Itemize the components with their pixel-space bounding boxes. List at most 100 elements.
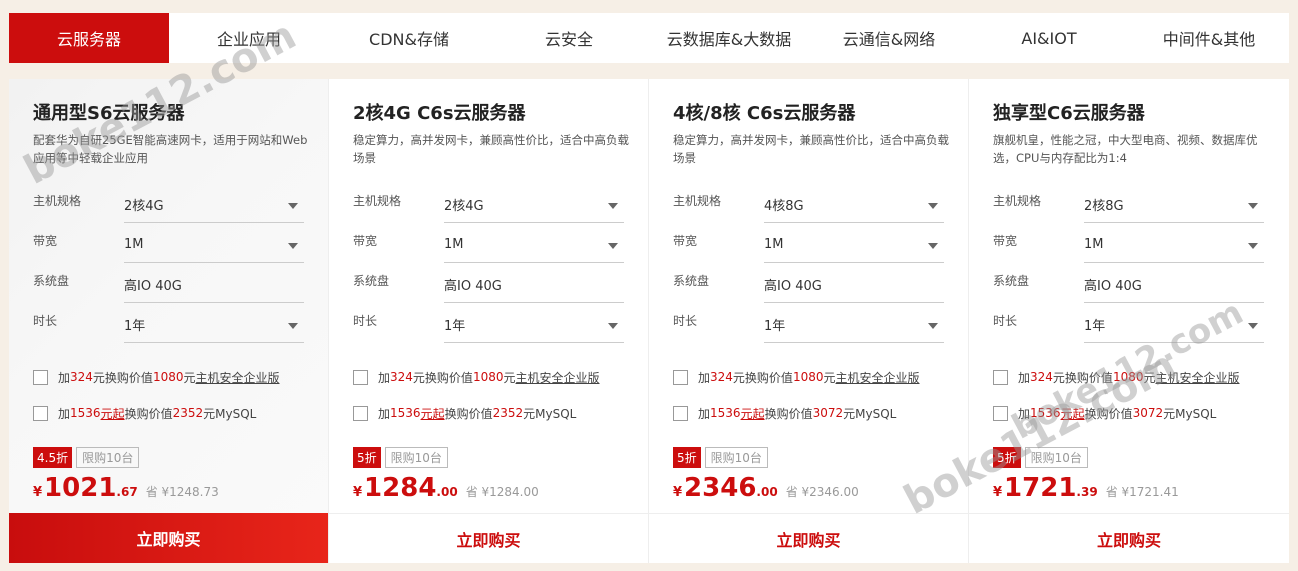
- host-security-link[interactable]: 主机安全企业版: [516, 369, 600, 386]
- addon-mysql-option[interactable]: 加 1536 元起 换购价值 3072 元MySQL: [673, 395, 944, 431]
- bandwidth-select[interactable]: 1M: [764, 229, 944, 263]
- tab-communication-network[interactable]: 云通信&网络: [809, 13, 969, 63]
- caret-down-icon: [288, 203, 298, 209]
- system-disk-value: 高IO 40G: [1084, 279, 1142, 294]
- addon-host-security-option[interactable]: 加 324 元换购价值 1080 元主机安全企业版: [353, 359, 624, 395]
- addon-value: 2352: [172, 406, 204, 420]
- system-disk-field: 高IO 40G: [124, 269, 304, 303]
- addon-host-security-checkbox[interactable]: [673, 369, 688, 385]
- addon-mysql-checkbox[interactable]: [353, 405, 368, 421]
- card-title: 通用型S6云服务器: [33, 103, 185, 124]
- addon-host-security-checkbox[interactable]: [353, 369, 368, 385]
- price-decimal: .67: [116, 485, 138, 499]
- duration-select[interactable]: 1年: [124, 309, 304, 343]
- addon-value: 2352: [492, 406, 524, 420]
- system-disk-label: 系统盘: [673, 274, 710, 288]
- buy-now-button[interactable]: 立即购买: [9, 513, 328, 563]
- addon-mysql-option[interactable]: 加 1536 元起 换购价值 3072 元MySQL: [993, 395, 1265, 431]
- savings-amount: 省 ¥1721.41: [1105, 485, 1179, 499]
- caret-down-icon: [928, 323, 938, 329]
- addon-text: 加: [1018, 370, 1031, 385]
- bandwidth-value: 1M: [444, 237, 464, 252]
- addon-text: 加: [698, 370, 711, 385]
- purchase-limit-badge: 限购10台: [76, 446, 140, 468]
- card-title: 2核4G C6s云服务器: [353, 103, 526, 124]
- addon-host-security-option[interactable]: 加 324 元换购价值 1080 元主机安全企业版: [33, 359, 304, 395]
- system-disk-value: 高IO 40G: [764, 279, 822, 294]
- card-description: 配套华为自研25GE智能高速网卡，适用于网站和Web应用等中轻载企业应用: [33, 133, 308, 165]
- host-spec-label: 主机规格: [353, 194, 402, 208]
- addon-mysql-checkbox[interactable]: [993, 405, 1008, 421]
- tab-ai-iot[interactable]: AI&IOT: [969, 13, 1129, 63]
- card-title: 4核/8核 C6s云服务器: [673, 103, 856, 124]
- duration-select[interactable]: 1年: [1084, 309, 1264, 343]
- addon-amount: 324: [390, 370, 413, 384]
- product-card: 独享型C6云服务器 旗舰机皇，性能之冠，中大型电商、视频、数据库优选，CPU与内…: [969, 79, 1289, 563]
- system-disk-field: 高IO 40G: [764, 269, 944, 303]
- addon-text: 元起: [1060, 406, 1085, 421]
- price: ¥ 1284 .00 省 ¥1284.00: [353, 473, 624, 507]
- host-spec-label: 主机规格: [33, 194, 82, 208]
- buy-now-button[interactable]: 立即购买: [329, 513, 648, 563]
- currency-symbol: ¥: [673, 485, 683, 500]
- host-security-link[interactable]: 主机安全企业版: [1156, 369, 1240, 386]
- caret-down-icon: [288, 323, 298, 329]
- currency-symbol: ¥: [353, 485, 363, 500]
- tab-database-bigdata[interactable]: 云数据库&大数据: [649, 13, 809, 63]
- duration-value: 1年: [124, 319, 146, 334]
- system-disk-value: 高IO 40G: [124, 279, 182, 294]
- addon-value: 1080: [472, 370, 504, 384]
- addon-text: 元MySQL: [1163, 406, 1217, 421]
- product-card: 通用型S6云服务器 配套华为自研25GE智能高速网卡，适用于网站和Web应用等中…: [9, 79, 329, 563]
- addon-host-security-option[interactable]: 加 324 元换购价值 1080 元主机安全企业版: [673, 359, 944, 395]
- tab-middleware-other[interactable]: 中间件&其他: [1129, 13, 1289, 63]
- addon-host-security-checkbox[interactable]: [993, 369, 1008, 385]
- bandwidth-value: 1M: [764, 237, 784, 252]
- bandwidth-select[interactable]: 1M: [1084, 229, 1264, 263]
- addon-host-security-checkbox[interactable]: [33, 369, 48, 385]
- bandwidth-select[interactable]: 1M: [124, 229, 304, 263]
- product-category-tabs: 云服务器 企业应用 CDN&存储 云安全 云数据库&大数据 云通信&网络 AI&…: [9, 13, 1289, 63]
- addon-text: 加: [1018, 406, 1031, 421]
- system-disk-field: 高IO 40G: [1084, 269, 1264, 303]
- host-spec-select[interactable]: 2核4G: [444, 189, 624, 223]
- host-spec-select[interactable]: 2核4G: [124, 189, 304, 223]
- host-security-link[interactable]: 主机安全企业版: [196, 369, 280, 386]
- buy-now-button[interactable]: 立即购买: [969, 513, 1289, 563]
- tab-cdn-storage[interactable]: CDN&存储: [329, 13, 489, 63]
- bandwidth-label: 带宽: [993, 234, 1018, 248]
- discount-badge: 5折: [993, 446, 1021, 468]
- savings-amount: 省 ¥1248.73: [145, 485, 219, 499]
- addon-text: 元换购价值: [92, 370, 153, 385]
- host-spec-select[interactable]: 4核8G: [764, 189, 944, 223]
- tab-enterprise-apps[interactable]: 企业应用: [169, 13, 329, 63]
- addon-host-security-option[interactable]: 加 324 元换购价值 1080 元主机安全企业版: [993, 359, 1265, 395]
- duration-value: 1年: [764, 319, 786, 334]
- price-decimal: .39: [1076, 485, 1098, 499]
- addon-text: 元: [183, 370, 196, 385]
- addon-mysql-option[interactable]: 加 1536 元起 换购价值 2352 元MySQL: [33, 395, 304, 431]
- tab-cloud-server[interactable]: 云服务器: [9, 13, 169, 63]
- card-title: 独享型C6云服务器: [993, 103, 1145, 124]
- addon-mysql-option[interactable]: 加 1536 元起 换购价值 2352 元MySQL: [353, 395, 624, 431]
- caret-down-icon: [608, 203, 618, 209]
- duration-select[interactable]: 1年: [444, 309, 624, 343]
- duration-label: 时长: [673, 314, 698, 328]
- addon-mysql-checkbox[interactable]: [673, 405, 688, 421]
- addon-mysql-checkbox[interactable]: [33, 405, 48, 421]
- addon-text: 元起: [740, 406, 765, 421]
- addon-value: 3072: [1132, 406, 1164, 420]
- price: ¥ 1721 .39 省 ¥1721.41: [993, 473, 1265, 507]
- addon-text: 元: [823, 370, 836, 385]
- addon-text: 加: [378, 370, 391, 385]
- host-security-link[interactable]: 主机安全企业版: [836, 369, 920, 386]
- addon-amount: 1536: [710, 406, 741, 420]
- bandwidth-select[interactable]: 1M: [444, 229, 624, 263]
- host-spec-select[interactable]: 2核8G: [1084, 189, 1264, 223]
- buy-now-button[interactable]: 立即购买: [649, 513, 968, 563]
- card-description: 稳定算力，高并发网卡，兼顾高性价比，适合中高负载场景: [353, 133, 629, 165]
- tab-cloud-security[interactable]: 云安全: [489, 13, 649, 63]
- duration-select[interactable]: 1年: [764, 309, 944, 343]
- duration-value: 1年: [1084, 319, 1106, 334]
- addon-text: 元换购价值: [1052, 370, 1113, 385]
